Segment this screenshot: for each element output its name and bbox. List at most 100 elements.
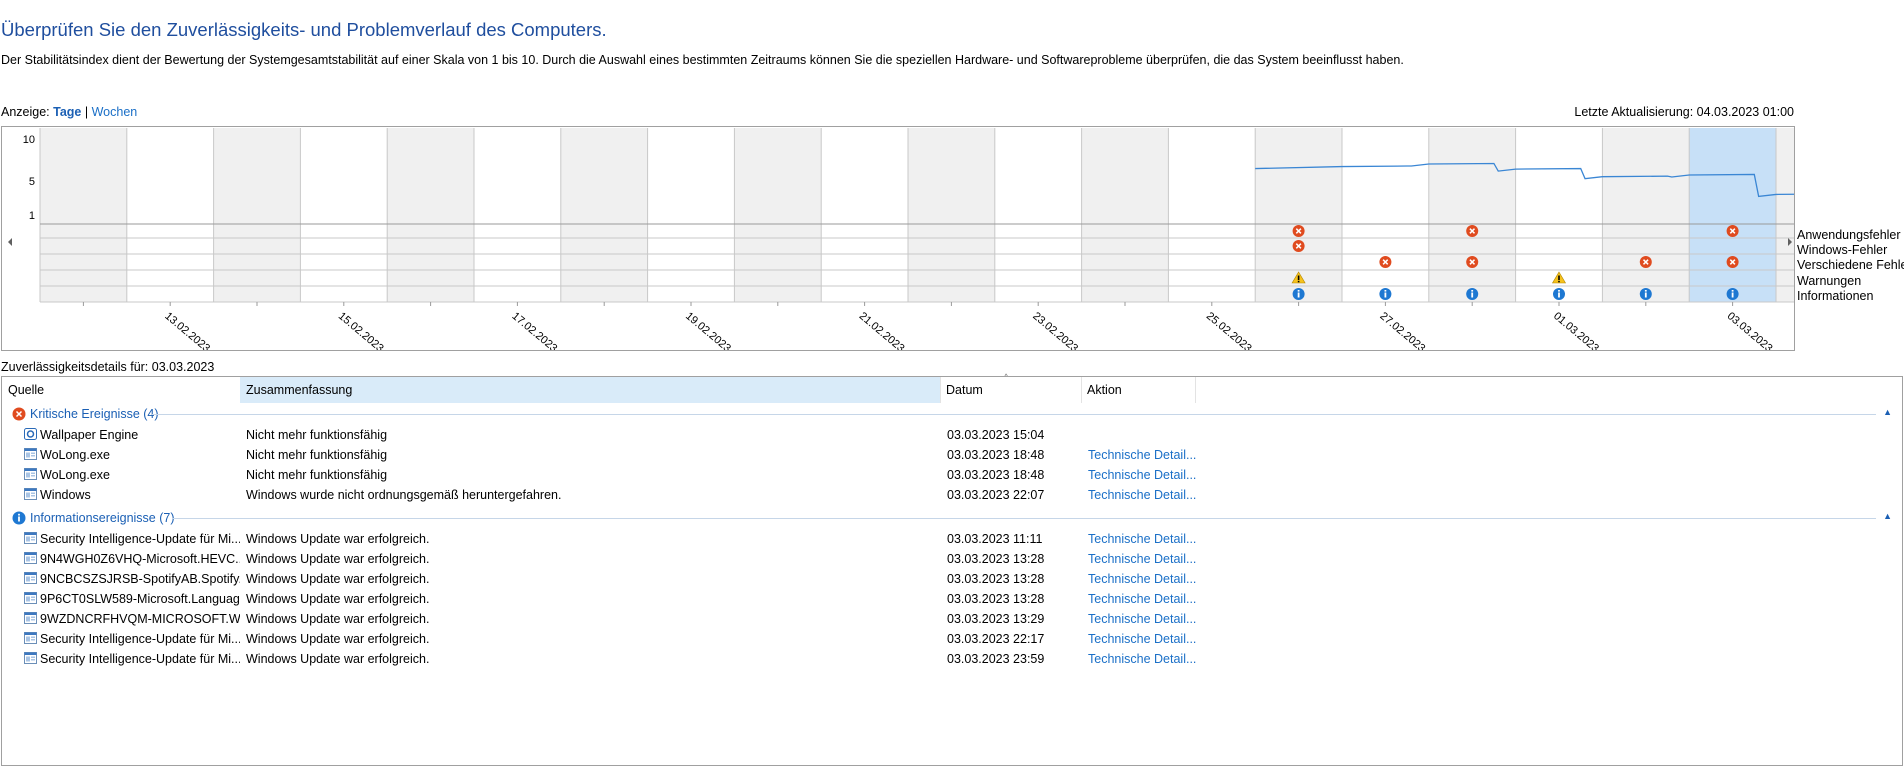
cell-summary: Nicht mehr funktionsfähig xyxy=(246,448,388,462)
group-title[interactable]: Kritische Ereignisse (4) xyxy=(30,405,159,423)
chart-row-label: Windows-Fehler xyxy=(1797,243,1888,257)
chart-row-label: Anwendungsfehler xyxy=(1797,228,1901,242)
cell-date: 03.03.2023 15:04 xyxy=(947,428,1045,442)
application-icon xyxy=(24,592,37,604)
application-icon xyxy=(24,632,37,644)
table-row[interactable]: Security Intelligence-Update für Mi... Wi… xyxy=(2,529,1902,549)
error-icon[interactable] xyxy=(1292,225,1305,237)
chart-day-column[interactable] xyxy=(560,128,648,302)
info-icon[interactable] xyxy=(1379,288,1392,300)
group-header[interactable]: Informationsereignisse (7) ▲ xyxy=(2,509,1902,527)
error-icon[interactable] xyxy=(1726,225,1739,237)
chart-day-column[interactable] xyxy=(126,128,214,302)
technical-details-link[interactable]: Technische Detail... xyxy=(1088,485,1196,505)
table-row[interactable]: Wallpaper Engine Nicht mehr funktionsfähi… xyxy=(2,425,1902,445)
x-tick-label: 25.02.2023 xyxy=(1204,310,1254,350)
x-tick-label: 21.02.2023 xyxy=(857,310,907,350)
table-row[interactable]: Security Intelligence-Update für Mi... Wi… xyxy=(2,629,1902,649)
reliability-chart-svg[interactable]: 10 5 1 13.02.2023 15.02.2023 17.02.2023 19.02.… xyxy=(2,127,1794,350)
column-header-date[interactable]: Datum xyxy=(940,377,1081,403)
chart-day-column[interactable] xyxy=(734,128,822,302)
x-tick-label: 27.02.2023 xyxy=(1377,310,1427,350)
error-icon[interactable] xyxy=(1726,256,1739,268)
chart-day-column[interactable] xyxy=(821,128,908,302)
group-divider xyxy=(152,414,1876,415)
chart-day-column[interactable] xyxy=(908,128,995,302)
table-row[interactable]: Windows Windows wurde nicht ordnungsgemäß… xyxy=(2,485,1902,505)
y-tick-label: 10 xyxy=(23,134,35,146)
cell-date: 03.03.2023 18:48 xyxy=(947,448,1045,462)
scroll-left-icon[interactable] xyxy=(8,238,12,246)
technical-details-link[interactable]: Technische Detail... xyxy=(1088,629,1196,649)
cell-summary: Nicht mehr funktionsfähig xyxy=(246,468,388,482)
info-icon[interactable] xyxy=(1726,288,1739,300)
group-title[interactable]: Informationsereignisse (7) xyxy=(30,509,175,527)
table-row[interactable]: WoLong.exe Nicht mehr funktionsfähig 03.03… xyxy=(2,445,1902,465)
info-icon[interactable] xyxy=(1553,288,1565,300)
chart-day-column[interactable] xyxy=(1689,128,1776,302)
info-icon[interactable] xyxy=(1292,288,1305,300)
info-icon xyxy=(12,511,26,525)
chart-row-label: Warnungen xyxy=(1797,274,1862,288)
cell-source: 9NCBCSZSJRSB-SpotifyAB.Spotify... xyxy=(40,572,240,586)
error-icon[interactable] xyxy=(1466,256,1479,268)
chart-row-label: Informationen xyxy=(1797,289,1874,303)
error-icon[interactable] xyxy=(1466,225,1479,237)
chart-day-column[interactable] xyxy=(1168,128,1256,302)
reliability-chart[interactable]: 10 5 1 13.02.2023 15.02.2023 17.02.2023 19.02.… xyxy=(1,126,1795,351)
table-row[interactable]: 9N4WGH0Z6VHQ-Microsoft.HEVC... Windows Up… xyxy=(2,549,1902,569)
info-icon[interactable] xyxy=(1466,288,1479,300)
table-row[interactable]: 9P6CT0SLW589-Microsoft.Languag... Windows… xyxy=(2,589,1902,609)
info-icon[interactable] xyxy=(1639,288,1652,300)
y-tick-label: 5 xyxy=(29,176,35,188)
chart-day-column[interactable] xyxy=(1342,128,1429,302)
table-row[interactable]: Security Intelligence-Update für Mi... Wi… xyxy=(2,649,1902,669)
column-header-source[interactable]: Quelle xyxy=(2,377,240,403)
chart-day-column[interactable] xyxy=(300,128,388,302)
cell-date: 03.03.2023 13:28 xyxy=(947,572,1045,586)
x-tick-label: 17.02.2023 xyxy=(509,310,559,350)
error-icon[interactable] xyxy=(1379,256,1392,268)
error-icon[interactable] xyxy=(1639,256,1652,268)
technical-details-link[interactable]: Technische Detail... xyxy=(1088,465,1196,485)
chart-day-column[interactable] xyxy=(40,128,127,302)
cell-summary: Windows Update war erfolgreich. xyxy=(246,612,430,626)
view-weeks-link[interactable]: Wochen xyxy=(92,105,138,119)
cell-date: 03.03.2023 22:17 xyxy=(947,632,1045,646)
chart-day-column[interactable] xyxy=(387,128,474,302)
technical-details-link[interactable]: Technische Detail... xyxy=(1088,529,1196,549)
chart-day-column[interactable] xyxy=(647,128,735,302)
cell-source: Windows xyxy=(40,488,91,502)
application-icon xyxy=(24,468,37,480)
technical-details-link[interactable]: Technische Detail... xyxy=(1088,649,1196,669)
technical-details-link[interactable]: Technische Detail... xyxy=(1088,445,1196,465)
table-row[interactable]: 9NCBCSZSJRSB-SpotifyAB.Spotify... Windows… xyxy=(2,569,1902,589)
application-icon xyxy=(24,488,37,500)
table-row[interactable]: 9WZDNCRFHVQM-MICROSOFT.WI... Windows Upda… xyxy=(2,609,1902,629)
chart-day-column[interactable] xyxy=(474,128,561,302)
error-icon[interactable] xyxy=(1292,240,1305,252)
chart-day-column[interactable] xyxy=(1776,128,1794,302)
view-days-link[interactable]: Tage xyxy=(53,105,81,119)
chart-day-column[interactable] xyxy=(1081,128,1169,302)
view-selector: Anzeige: Tage | Wochen xyxy=(1,105,137,119)
x-tick-label: 03.03.2023 xyxy=(1725,310,1775,350)
technical-details-link[interactable]: Technische Detail... xyxy=(1088,589,1196,609)
column-header-summary[interactable]: Zusammenfassung xyxy=(240,377,940,403)
chart-day-column[interactable] xyxy=(994,128,1082,302)
chart-day-column[interactable] xyxy=(1428,128,1516,302)
collapse-chevron-icon[interactable]: ▲ xyxy=(1883,511,1892,521)
collapse-chevron-icon[interactable]: ▲ xyxy=(1883,407,1892,417)
technical-details-link[interactable]: Technische Detail... xyxy=(1088,569,1196,589)
technical-details-link[interactable]: Technische Detail... xyxy=(1088,549,1196,569)
x-tick-label: 13.02.2023 xyxy=(162,310,212,350)
column-header-action[interactable]: Aktion xyxy=(1081,377,1195,403)
y-tick-label: 1 xyxy=(29,210,35,222)
chart-day-column[interactable] xyxy=(1602,128,1690,302)
table-row[interactable]: WoLong.exe Nicht mehr funktionsfähig 03.03… xyxy=(2,465,1902,485)
application-icon xyxy=(24,552,37,564)
cell-summary: Windows Update war erfolgreich. xyxy=(246,572,430,586)
technical-details-link[interactable]: Technische Detail... xyxy=(1088,609,1196,629)
chart-day-column[interactable] xyxy=(213,128,301,302)
group-header[interactable]: Kritische Ereignisse (4) ▲ xyxy=(2,405,1902,423)
